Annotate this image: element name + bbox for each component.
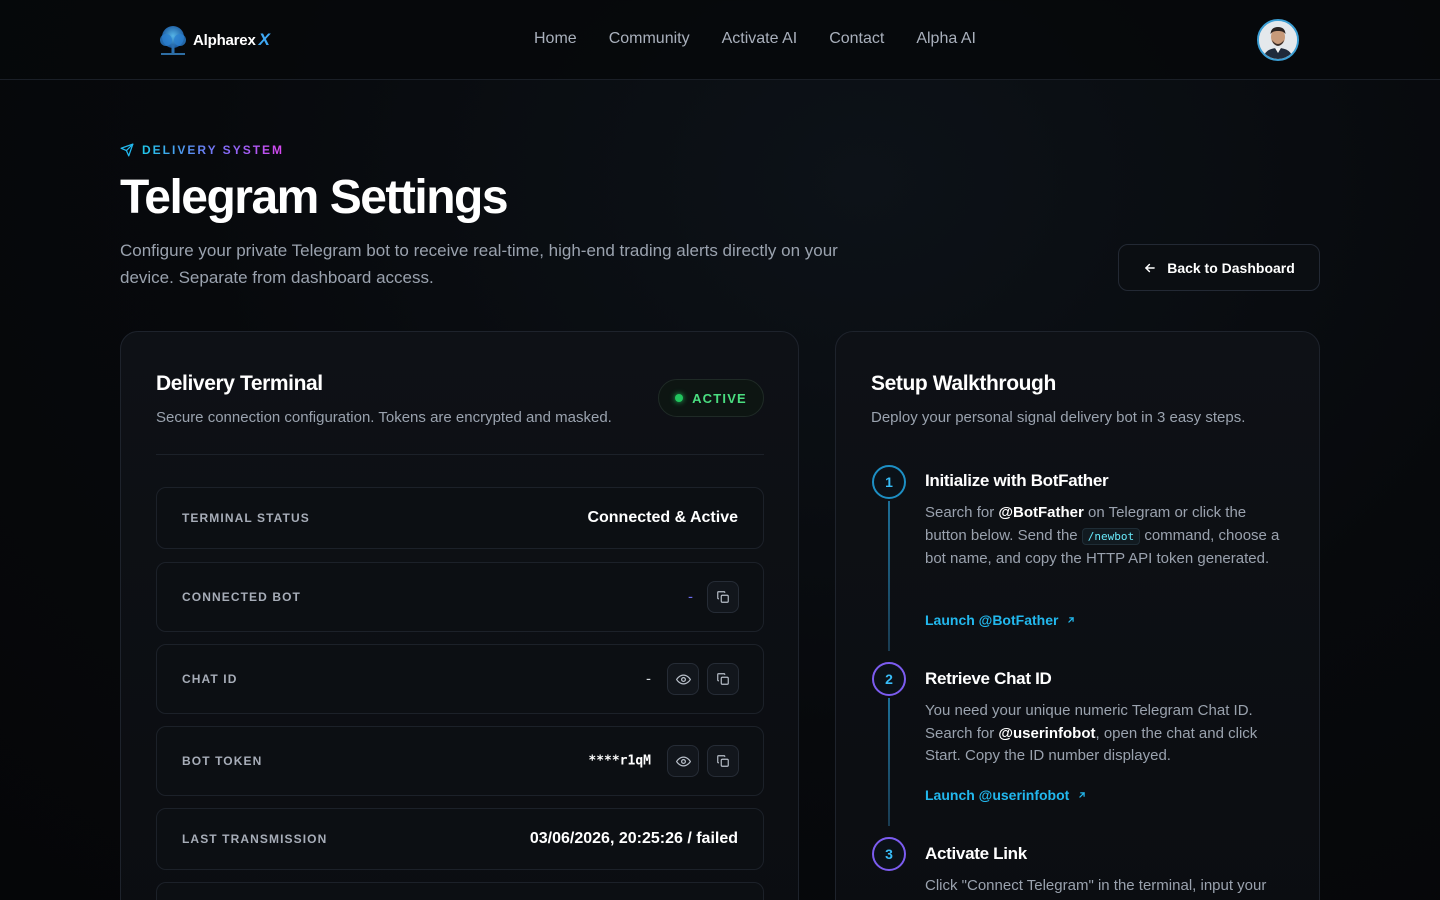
bot-token-row: BOT TOKEN ****r1qM: [156, 726, 764, 796]
nav-link-alpha-ai[interactable]: Alpha AI: [916, 30, 976, 48]
status-badge: ACTIVE: [658, 379, 764, 417]
connected-bot-row: CONNECTED BOT -: [156, 562, 764, 632]
toggle-chat-id-visibility-button[interactable]: [667, 663, 699, 695]
row-label: CONNECTED BOT: [182, 590, 301, 604]
launch-botfather-label: Launch @BotFather: [925, 612, 1059, 628]
step-number-3: 3: [872, 837, 906, 871]
launch-userinfobot-link[interactable]: Launch @userinfobot: [925, 787, 1087, 803]
nav-link-home[interactable]: Home: [534, 30, 577, 48]
step-2-text: You need your unique numeric Telegram Ch…: [925, 702, 1258, 764]
terminal-title: Delivery Terminal: [156, 372, 323, 395]
copy-icon: [717, 755, 729, 767]
launch-userinfobot-label: Launch @userinfobot: [925, 787, 1070, 803]
step-connector: [888, 698, 890, 826]
back-to-dashboard-button[interactable]: Back to Dashboard: [1118, 244, 1320, 291]
user-avatar[interactable]: [1257, 19, 1299, 61]
launch-botfather-link[interactable]: Launch @BotFather: [925, 612, 1076, 628]
arrow-left-icon: [1145, 263, 1156, 272]
copy-bot-button[interactable]: [707, 581, 739, 613]
setup-walkthrough-card: Setup Walkthrough Deploy your personal s…: [835, 331, 1320, 900]
botfather-handle: @BotFather: [998, 504, 1084, 521]
nav-link-contact[interactable]: Contact: [829, 30, 884, 48]
walkthrough-title: Setup Walkthrough: [871, 372, 1056, 395]
eye-icon: [675, 755, 691, 767]
divider: [156, 454, 764, 455]
send-icon: [120, 143, 134, 157]
brand-name: Alpharex: [193, 31, 256, 49]
chat-id-value: -: [646, 670, 651, 688]
status-badge-label: ACTIVE: [692, 390, 747, 406]
step-1-title: Initialize with BotFather: [925, 471, 1109, 490]
chat-id-row: CHAT ID -: [156, 644, 764, 714]
tree-logo-icon: [160, 26, 186, 55]
status-dot-icon: [675, 394, 684, 402]
last-transmission-value: 03/06/2026, 20:25:26 / failed: [529, 830, 738, 847]
terminal-status-value: Connected & Active: [587, 509, 738, 526]
top-navbar: Alpharex X Home Community Activate AI Co…: [0, 0, 1440, 80]
newbot-command: /newbot: [1081, 527, 1141, 545]
nav-link-community[interactable]: Community: [609, 30, 690, 48]
last-transmission-row: LAST TRANSMISSION 03/06/2026, 20:25:26 /…: [156, 808, 764, 870]
user-photo-icon: [1259, 21, 1297, 59]
bot-token-value: ****r1qM: [588, 753, 651, 769]
brand-logo[interactable]: Alpharex X: [155, 20, 270, 60]
row-label: BOT TOKEN: [182, 754, 263, 768]
terminal-subtitle: Secure connection configuration. Tokens …: [156, 409, 612, 426]
step-1-text: Search for @BotFather on Telegram or cli…: [925, 504, 1280, 567]
external-link-icon: [1068, 617, 1075, 623]
userinfobot-handle: @userinfobot: [998, 724, 1096, 742]
copy-chat-id-button[interactable]: [707, 663, 739, 695]
step-number-1: 1: [872, 465, 906, 499]
delivery-terminal-card: Delivery Terminal Secure connection conf…: [120, 331, 799, 900]
copy-icon: [717, 673, 729, 685]
row-label: CHAT ID: [182, 672, 238, 686]
page-title: Telegram Settings: [120, 171, 509, 224]
copy-token-button[interactable]: [707, 745, 739, 777]
page-description: Configure your private Telegram bot to r…: [120, 241, 838, 287]
step-3-text: Click "Connect Telegram" in the terminal…: [925, 877, 1267, 894]
back-button-label: Back to Dashboard: [1167, 259, 1295, 276]
nav-link-activate-ai[interactable]: Activate AI: [722, 30, 798, 48]
walkthrough-subtitle: Deploy your personal signal delivery bot…: [871, 409, 1246, 426]
external-link-icon: [1079, 792, 1086, 798]
step-number-2: 2: [872, 662, 906, 696]
connected-bot-value: -: [688, 588, 693, 606]
main-nav: Home Community Activate AI Contact Alpha…: [534, 30, 976, 48]
section-eyebrow: DELIVERY SYSTEM: [120, 143, 284, 157]
eye-icon: [675, 673, 691, 685]
step-2-title: Retrieve Chat ID: [925, 669, 1052, 688]
eyebrow-label: DELIVERY SYSTEM: [142, 143, 285, 157]
toggle-token-visibility-button[interactable]: [667, 745, 699, 777]
row-label: LAST TRANSMISSION: [182, 832, 328, 846]
next-row-partial: [156, 882, 764, 900]
step-connector: [888, 501, 890, 651]
terminal-status-row: TERMINAL STATUS Connected & Active: [156, 487, 764, 549]
brand-x-mark: X: [258, 30, 270, 49]
step-3-title: Activate Link: [925, 844, 1027, 863]
copy-icon: [717, 591, 729, 603]
row-label: TERMINAL STATUS: [182, 511, 310, 525]
